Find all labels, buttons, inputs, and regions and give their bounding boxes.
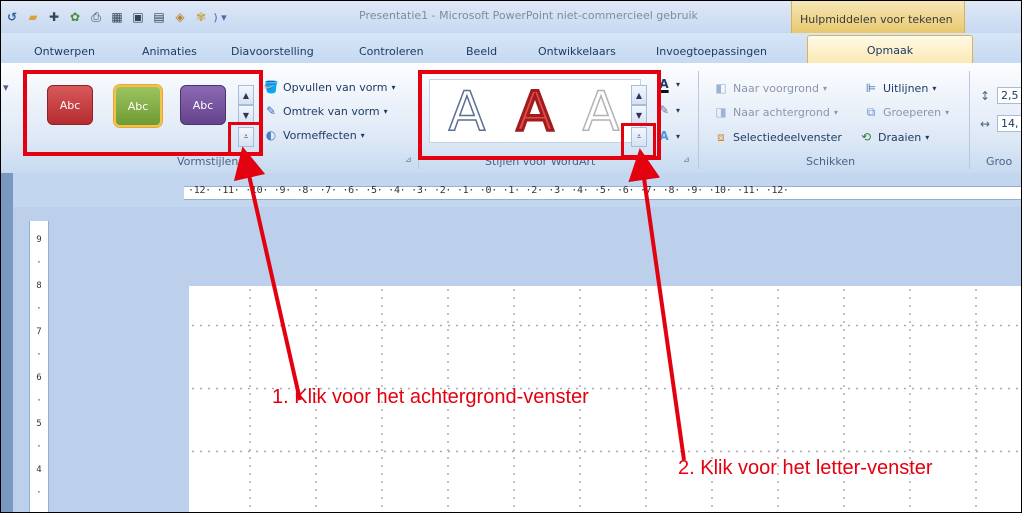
shape-width-value: 14,	[997, 115, 1021, 132]
pencil-icon: ✎	[265, 104, 277, 118]
chevron-down-icon: ▾	[932, 83, 937, 93]
shape-effects-button[interactable]: ◐ Vormeffecten ▾	[263, 128, 365, 142]
wordart-dialog-launcher-icon[interactable]: ⊿	[683, 155, 693, 165]
chevron-down-icon: ▾	[925, 132, 930, 142]
tab-ontwikkelaars[interactable]: Ontwikkelaars	[538, 45, 616, 58]
chevron-down-icon: ▾	[383, 106, 388, 116]
chevron-down-icon: ▾	[676, 105, 681, 115]
group-label: Groeperen	[883, 105, 942, 119]
shape-height-field[interactable]: ↕ 2,5	[977, 87, 1021, 104]
tab-opmaak[interactable]: Opmaak	[807, 35, 973, 64]
tab-beeld[interactable]: Beeld	[466, 45, 497, 58]
bring-forward-icon: ◧	[715, 81, 727, 95]
shape-width-field[interactable]: ↔ 14,	[977, 115, 1021, 132]
shape-outline-button[interactable]: ✎ Omtrek van vorm ▾	[263, 104, 388, 118]
vertical-ruler-tick: 8	[36, 281, 42, 291]
vertical-ruler-tick: ·	[36, 304, 42, 314]
customize-arrow-icon[interactable]: ) ▾	[213, 7, 227, 27]
highlight-box-vormstijlen	[23, 70, 263, 156]
paint-bucket-icon: 🪣	[263, 80, 279, 94]
vormstijlen-dialog-launcher-icon[interactable]: ⊿	[405, 155, 415, 165]
rotate-button[interactable]: ⟲ Draaien ▾	[858, 130, 929, 144]
align-icon: ⊫	[865, 81, 877, 95]
vertical-ruler-tick: ·	[36, 258, 42, 268]
vertical-ruler: 9 · 8 · 7 · 6 · 5 · 4 ·	[29, 221, 49, 512]
vertical-ruler-tick: 9	[36, 235, 42, 245]
selection-pane-icon: ⧈	[717, 129, 725, 144]
shape-height-value: 2,5	[997, 87, 1021, 104]
contextual-tab-header-label: Hulpmiddelen voor tekenen	[800, 13, 953, 26]
bring-forward-button[interactable]: ◧ Naar voorgrond ▾	[713, 81, 827, 95]
rotate-label: Draaien	[878, 130, 922, 144]
group-separator	[698, 71, 699, 169]
picture-icon[interactable]: ▣	[129, 8, 147, 26]
bring-forward-label: Naar voorgrond	[733, 81, 819, 95]
fill-shape-label: Opvullen van vorm	[283, 80, 388, 94]
highlight-box-wordart-more	[621, 123, 656, 158]
slides-pane-edge[interactable]	[1, 173, 13, 512]
group-label-vormstijlen: Vormstijlen	[177, 155, 239, 168]
vertical-ruler-tick: ·	[36, 488, 42, 498]
ribbon-scroll-left-icon[interactable]: ▾	[3, 81, 9, 94]
window-title: Presentatie1 - Microsoft PowerPoint niet…	[359, 9, 698, 22]
vertical-ruler-scale: 9 · 8 · 7 · 6 · 5 · 4 ·	[30, 229, 48, 505]
group-separator	[969, 71, 970, 169]
open-folder-icon[interactable]: ▰	[24, 8, 42, 26]
shape-effects-icon: ◐	[265, 128, 277, 142]
quick-access-toolbar: ↺ ▰ ✚ ✿ ⎙ ▦ ▣ ▤ ◈ ✾ ) ▾	[3, 7, 227, 27]
ribbon-tabs: Ontwerpen Animaties Diavoorstelling Cont…	[1, 33, 1021, 64]
vertical-ruler-tick: ·	[36, 350, 42, 360]
send-backward-label: Naar achtergrond	[733, 105, 830, 119]
tab-invoegtoepassingen[interactable]: Invoegtoepassingen	[656, 45, 767, 58]
tab-animaties[interactable]: Animaties	[142, 45, 197, 58]
chart-icon[interactable]: ▤	[150, 8, 168, 26]
horizontal-ruler: ·12· ·11· ·10· ·9· ·8· ·7· ·6· ·5· ·4· ·…	[1, 173, 1021, 207]
vertical-ruler-tick: 4	[36, 465, 42, 475]
chevron-down-icon: ▾	[391, 82, 396, 92]
undo-icon[interactable]: ↺	[3, 8, 21, 26]
tab-ontwerpen[interactable]: Ontwerpen	[34, 45, 95, 58]
chevron-down-icon: ▾	[822, 83, 827, 93]
vertical-ruler-tick: 5	[36, 419, 42, 429]
fill-shape-button[interactable]: 🪣 Opvullen van vorm ▾	[263, 80, 396, 94]
width-icon: ↔	[979, 116, 991, 131]
callout-1: 1. Klik voor het achtergrond-venster	[272, 386, 589, 408]
contextual-tab-header: Hulpmiddelen voor tekenen	[791, 1, 965, 33]
group-label-grootte: Groo	[986, 155, 1013, 168]
tab-diavoorstelling[interactable]: Diavoorstelling	[231, 45, 314, 58]
align-button[interactable]: ⊫ Uitlijnen ▾	[863, 81, 937, 95]
table-icon[interactable]: ▦	[108, 8, 126, 26]
align-label: Uitlijnen	[883, 81, 929, 95]
chevron-down-icon: ▾	[360, 130, 365, 140]
vertical-ruler-tick: ·	[36, 396, 42, 406]
chevron-down-icon: ▾	[676, 79, 681, 89]
callout-2: 2. Klik voor het letter-venster	[678, 457, 933, 479]
horizontal-ruler-scale: ·12· ·11· ·10· ·9· ·8· ·7· ·6· ·5· ·4· ·…	[188, 185, 789, 196]
tab-controleren[interactable]: Controleren	[359, 45, 424, 58]
chevron-down-icon: ▾	[676, 131, 681, 141]
height-icon: ↕	[979, 88, 991, 103]
title-bar: ↺ ▰ ✚ ✿ ⎙ ▦ ▣ ▤ ◈ ✾ ) ▾ Presentatie1 - M…	[1, 1, 1021, 33]
print-icon[interactable]: ⎙	[87, 8, 105, 26]
vertical-ruler-tick: ·	[36, 442, 42, 452]
vertical-ruler-tick: 7	[36, 327, 42, 337]
selection-pane-button[interactable]: ⧈ Selectiedeelvenster	[713, 130, 842, 144]
highlight-box-vormstijlen-more	[228, 122, 262, 156]
group-button[interactable]: ⧉ Groeperen ▾	[863, 105, 949, 119]
chevron-down-icon: ▾	[833, 107, 838, 117]
send-backward-icon: ◨	[715, 105, 727, 119]
shapes-icon[interactable]: ◈	[171, 8, 189, 26]
group-label-schikken: Schikken	[806, 155, 856, 168]
group-icon: ⧉	[866, 104, 876, 119]
shape-effects-label: Vormeffecten	[283, 128, 357, 142]
rotate-icon: ⟲	[860, 130, 872, 144]
vertical-ruler-tick: 6	[36, 373, 42, 383]
insert-icon[interactable]: ✚	[45, 8, 63, 26]
shape-outline-label: Omtrek van vorm	[283, 104, 380, 118]
send-backward-button[interactable]: ◨ Naar achtergrond ▾	[713, 105, 838, 119]
clipart-icon[interactable]: ✿	[66, 8, 84, 26]
clipart2-icon[interactable]: ✾	[192, 8, 210, 26]
selection-pane-label: Selectiedeelvenster	[733, 130, 842, 144]
chevron-down-icon: ▾	[945, 107, 950, 117]
